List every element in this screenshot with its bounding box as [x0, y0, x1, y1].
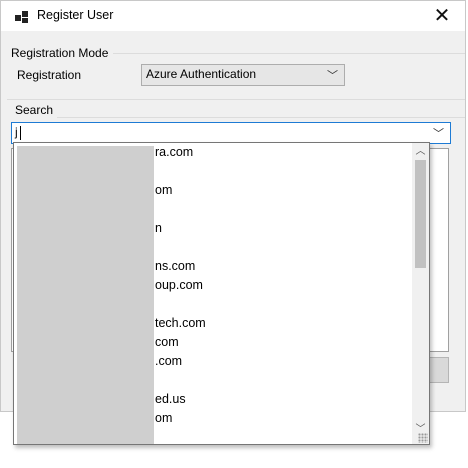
vertical-scrollbar[interactable]: ︿ ﹀	[412, 143, 429, 444]
close-button[interactable]: ✕	[431, 6, 453, 28]
chevron-up-icon[interactable]: ︿	[412, 143, 429, 160]
side-button[interactable]	[429, 357, 449, 383]
registration-mode-select[interactable]: Azure Authentication ﹀	[141, 64, 345, 86]
redacted-region	[17, 146, 154, 444]
registration-label: Registration	[17, 68, 82, 82]
chevron-down-icon: ﹀	[327, 70, 338, 82]
title-bar: Register User ✕	[1, 1, 465, 31]
text-caret	[20, 126, 21, 140]
registration-mode-group-label: Registration Mode	[9, 46, 111, 60]
scrollbar-thumb[interactable]	[415, 160, 426, 268]
chevron-down-icon[interactable]: ﹀	[433, 125, 444, 141]
registration-mode-value: Azure Authentication	[146, 67, 257, 81]
search-suggestions-dropdown: ra.com om n ns.com oup.com tech.com com …	[13, 142, 430, 445]
search-input-value: j	[15, 125, 18, 139]
close-icon: ✕	[433, 5, 451, 27]
resize-grip-icon[interactable]	[418, 433, 428, 443]
registration-mode-group-border	[113, 53, 465, 54]
section-divider	[7, 99, 465, 100]
window-title: Register User	[37, 8, 114, 22]
search-input[interactable]: j ﹀	[11, 122, 451, 144]
search-group-border	[57, 117, 465, 118]
search-group-label: Search	[13, 103, 56, 117]
windows-app-icon	[15, 11, 28, 23]
